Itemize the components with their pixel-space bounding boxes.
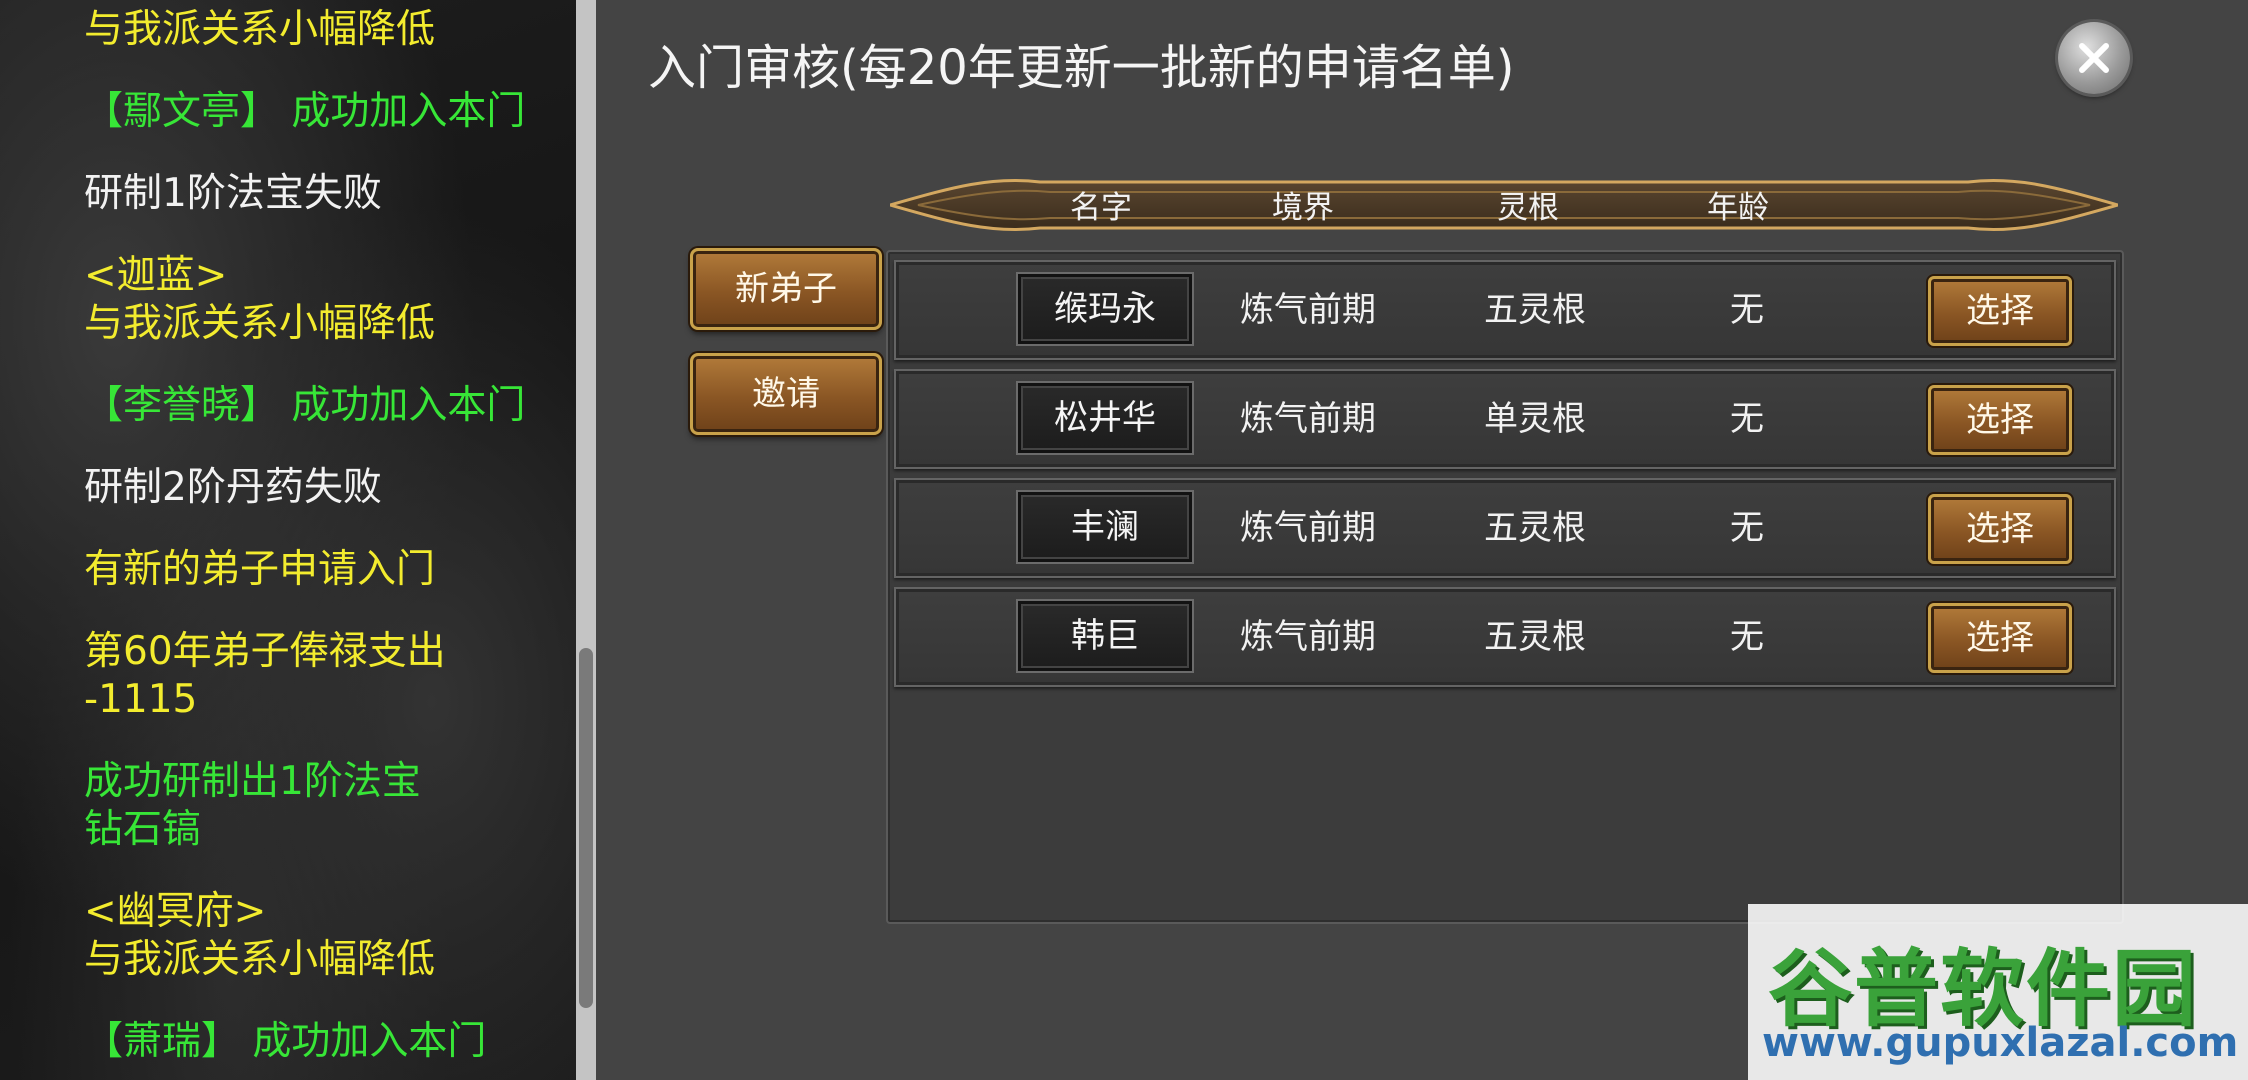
event-log-scroll-thumb[interactable] — [579, 648, 593, 1008]
select-button[interactable]: 选择 — [1928, 276, 2072, 346]
log-entry-line: 第60年弟子俸禄支出 — [84, 629, 446, 674]
watermark-url: www.gupuxlazal.com — [1762, 1020, 2239, 1066]
log-entry: 【鄢文亭】 成功加入本门 — [84, 88, 564, 136]
log-entry: 有新的弟子申请入门 — [84, 546, 564, 594]
log-entry-line: 钻石镐 — [84, 807, 202, 852]
column-header-name: 名字 — [1070, 190, 1132, 226]
log-entry-line: 【鄢文亭】 成功加入本门 — [84, 89, 526, 134]
event-log-panel[interactable]: 与我派关系小幅降低 【鄢文亭】 成功加入本门 研制1阶法宝失败 <迦蓝> 与我派关系小幅… — [0, 0, 576, 1080]
log-entry-line: 成功研制出1阶法宝 — [84, 759, 421, 804]
select-button[interactable]: 选择 — [1928, 494, 2072, 564]
applicant-name: 缑玛永 — [1016, 272, 1194, 346]
log-entry: 【李誉晓】 成功加入本门 — [84, 382, 564, 430]
applicant-root: 五灵根 — [1484, 617, 1586, 657]
column-header-realm: 境界 — [1272, 190, 1334, 226]
select-button[interactable]: 选择 — [1928, 385, 2072, 455]
log-entry-line: 【萧瑞】 成功加入本门 — [84, 1019, 487, 1064]
applicant-name: 丰澜 — [1016, 490, 1194, 564]
log-entry-line: 与我派关系小幅降低 — [84, 937, 436, 982]
log-entry-line: 【李誉晓】 成功加入本门 — [84, 383, 526, 428]
log-entry: <迦蓝> 与我派关系小幅降低 — [84, 252, 564, 348]
applicant-realm: 炼气前期 — [1240, 617, 1376, 657]
applicant-age: 无 — [1730, 290, 1764, 330]
new-disciple-tab-button[interactable]: 新弟子 — [690, 248, 882, 330]
log-entry: 研制2阶丹药失败 — [84, 464, 564, 512]
log-entry-line: <迦蓝> — [84, 253, 228, 298]
dialog-title: 入门审核(每20年更新一批新的申请名单) — [648, 40, 1515, 96]
applicant-realm: 炼气前期 — [1240, 508, 1376, 548]
log-entry-line: 研制1阶法宝失败 — [84, 171, 382, 216]
log-entry-line: 与我派关系小幅降低 — [84, 7, 436, 52]
select-button[interactable]: 选择 — [1928, 603, 2072, 673]
watermark: 谷普软件园 www.gupuxlazal.com — [1748, 904, 2248, 1080]
log-entry: 第60年弟子俸禄支出 -1115 — [84, 628, 564, 724]
game-screen: 与我派关系小幅降低 【鄢文亭】 成功加入本门 研制1阶法宝失败 <迦蓝> 与我派关系小幅… — [0, 0, 2248, 1080]
applicant-age: 无 — [1730, 508, 1764, 548]
close-x-icon — [2079, 43, 2109, 73]
applicant-age: 无 — [1730, 399, 1764, 439]
applicant-root: 单灵根 — [1484, 399, 1586, 439]
log-entry-line: <幽冥府> — [84, 889, 267, 934]
applicant-root: 五灵根 — [1484, 508, 1586, 548]
log-entry-line: 与我派关系小幅降低 — [84, 301, 436, 346]
applicant-name: 松井华 — [1016, 381, 1194, 455]
column-header-root: 灵根 — [1497, 190, 1559, 226]
event-log-list[interactable]: 与我派关系小幅降低 【鄢文亭】 成功加入本门 研制1阶法宝失败 <迦蓝> 与我派关系小幅… — [0, 0, 576, 1080]
applicant-row: 缑玛永 炼气前期 五灵根 无 选择 — [894, 260, 2116, 360]
log-entry-line: -1115 — [84, 677, 198, 722]
applicant-row: 丰澜 炼气前期 五灵根 无 选择 — [894, 478, 2116, 578]
log-entry: 与我派关系小幅降低 — [84, 6, 564, 54]
log-entry: 成功研制出1阶法宝 钻石镐 — [84, 758, 564, 854]
applicant-realm: 炼气前期 — [1240, 399, 1376, 439]
log-entry-line: 有新的弟子申请入门 — [84, 547, 436, 592]
applicant-root: 五灵根 — [1484, 290, 1586, 330]
applicant-realm: 炼气前期 — [1240, 290, 1376, 330]
column-header-age: 年龄 — [1707, 190, 1769, 226]
invite-tab-button[interactable]: 邀请 — [690, 353, 882, 435]
applicant-row: 韩巨 炼气前期 五灵根 无 选择 — [894, 587, 2116, 687]
log-entry: 【萧瑞】 成功加入本门 — [84, 1018, 564, 1066]
applicant-row: 松井华 炼气前期 单灵根 无 选择 — [894, 369, 2116, 469]
close-button[interactable] — [2058, 22, 2130, 94]
applicant-name: 韩巨 — [1016, 599, 1194, 673]
log-entry: 研制1阶法宝失败 — [84, 170, 564, 218]
applicant-age: 无 — [1730, 617, 1764, 657]
log-entry-line: 研制2阶丹药失败 — [84, 465, 382, 510]
log-entry: <幽冥府> 与我派关系小幅降低 — [84, 888, 564, 984]
